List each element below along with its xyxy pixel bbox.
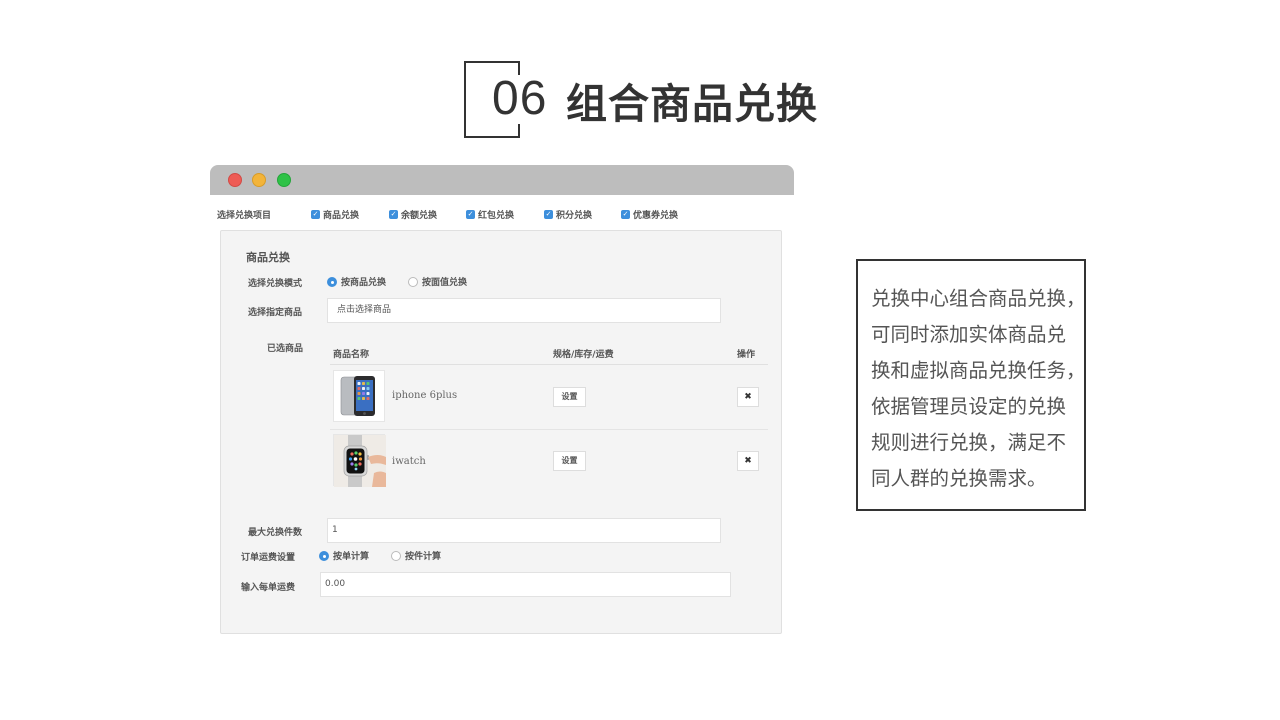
product-select-label: 选择指定商品	[248, 308, 303, 318]
radio-by-face-value[interactable]	[408, 276, 419, 287]
radio-label: 按单计算	[333, 552, 370, 562]
radio-label: 按件计算	[405, 552, 442, 562]
slide-heading: 06 组合商品兑换	[464, 61, 818, 138]
minimize-window-button[interactable]	[252, 173, 266, 187]
table-row: iphone 6plus 设置 ✖	[330, 366, 768, 430]
description-line: 依据管理员设定的兑换	[871, 395, 1067, 418]
products-table-header: 商品名称 规格/库存/运费 操作	[330, 347, 768, 365]
shipping-mode-label: 订单运费设置	[241, 553, 296, 563]
radio-label: 按商品兑换	[341, 278, 387, 288]
checkbox-balance-exchange[interactable]: ✓ 余额兑换	[389, 208, 466, 221]
radio-per-item[interactable]	[391, 550, 402, 561]
table-row: iwatch 设置 ✖	[330, 429, 768, 493]
exchange-items-row: 选择兑换项目 ✓ 商品兑换 ✓ 余额兑换 ✓ 红包兑换 ✓ 积分兑换 ✓ 优惠券…	[217, 208, 678, 221]
shipping-fee-input[interactable]: 0.00	[320, 572, 731, 597]
column-header-action: 操作	[737, 350, 756, 360]
product-name: iwatch	[392, 456, 426, 467]
exchange-items-label: 选择兑换项目	[217, 210, 272, 221]
mode-label: 选择兑换模式	[248, 279, 303, 289]
mode-radio-group: 按商品兑换 按面值兑换	[327, 275, 489, 288]
close-window-button[interactable]	[228, 173, 242, 187]
checkbox-coupon-exchange[interactable]: ✓ 优惠券兑换	[621, 208, 678, 221]
spec-settings-button[interactable]: 设置	[553, 387, 586, 407]
max-count-input[interactable]: 1	[327, 518, 721, 543]
shipping-fee-label: 输入每单运费	[241, 583, 296, 593]
spec-settings-button[interactable]: 设置	[553, 451, 586, 471]
delete-product-button[interactable]: ✖	[737, 387, 759, 407]
window-titlebar	[210, 165, 794, 195]
watch-thumbnail-icon	[333, 434, 386, 487]
checkbox-checked-icon: ✓	[466, 209, 475, 219]
window-content: 选择兑换项目 ✓ 商品兑换 ✓ 余额兑换 ✓ 红包兑换 ✓ 积分兑换 ✓ 优惠券…	[210, 195, 794, 645]
checkbox-label: 优惠券兑换	[633, 210, 679, 221]
iphone-thumbnail-icon	[333, 370, 385, 422]
checkbox-redpacket-exchange[interactable]: ✓ 红包兑换	[466, 208, 544, 221]
selected-products-label: 已选商品	[267, 344, 304, 354]
checkbox-checked-icon: ✓	[311, 209, 320, 219]
description-line: 同人群的兑换需求。	[871, 467, 1047, 490]
column-header-spec: 规格/库存/运费	[553, 350, 614, 360]
shipping-radio-group: 按单计算 按件计算	[319, 549, 463, 562]
max-count-label: 最大兑换件数	[248, 528, 303, 538]
checkbox-checked-icon: ✓	[544, 209, 553, 219]
goods-exchange-panel: 商品兑换 选择兑换模式 按商品兑换 按面值兑换 选择指定商品 点击选择商品 已选…	[220, 230, 782, 634]
panel-title: 商品兑换	[246, 251, 290, 264]
product-name: iphone 6plus	[392, 390, 458, 401]
radio-label: 按面值兑换	[422, 278, 468, 288]
delete-product-button[interactable]: ✖	[737, 451, 759, 471]
checkbox-goods-exchange[interactable]: ✓ 商品兑换	[311, 208, 389, 221]
maximize-window-button[interactable]	[277, 173, 291, 187]
column-header-name: 商品名称	[333, 350, 370, 360]
checkbox-checked-icon: ✓	[389, 209, 398, 219]
product-select-input[interactable]: 点击选择商品	[327, 298, 721, 323]
checkbox-points-exchange[interactable]: ✓ 积分兑换	[544, 208, 621, 221]
description-line: 换和虚拟商品兑换任务，	[871, 359, 1086, 382]
description-line: 规则进行兑换，满足不	[871, 431, 1067, 454]
checkbox-label: 红包兑换	[478, 210, 515, 221]
radio-per-order[interactable]	[319, 550, 329, 561]
checkbox-label: 余额兑换	[401, 210, 438, 221]
radio-by-goods[interactable]	[327, 276, 337, 287]
description-line: 可同时添加实体商品兑	[871, 323, 1067, 346]
browser-window: 选择兑换项目 ✓ 商品兑换 ✓ 余额兑换 ✓ 红包兑换 ✓ 积分兑换 ✓ 优惠券…	[210, 165, 794, 645]
slide-title: 组合商品兑换	[566, 79, 818, 128]
number-bracket-frame: 06	[464, 61, 546, 138]
checkbox-label: 商品兑换	[323, 210, 360, 221]
checkbox-checked-icon: ✓	[621, 209, 630, 219]
checkbox-label: 积分兑换	[556, 210, 593, 221]
description-line: 兑换中心组合商品兑换，	[871, 287, 1086, 310]
slide-number: 06	[492, 72, 548, 125]
description-box: 兑换中心组合商品兑换， 可同时添加实体商品兑 换和虚拟商品兑换任务， 依据管理员…	[856, 259, 1086, 511]
